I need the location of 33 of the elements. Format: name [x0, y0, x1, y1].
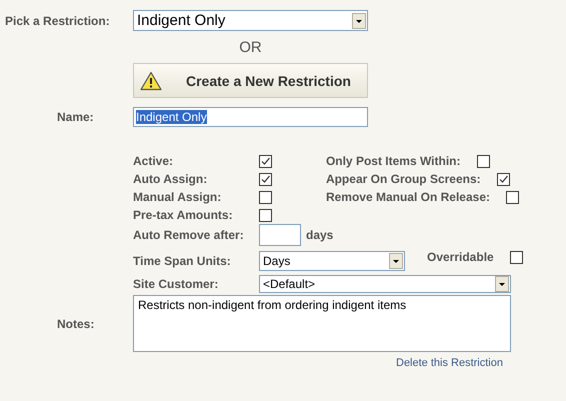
delete-restriction-link[interactable]: Delete this Restriction — [396, 357, 503, 369]
checkbox[interactable] — [506, 190, 519, 204]
field-label: Site Customer: — [133, 277, 220, 291]
unit-label: days — [306, 228, 334, 242]
field-label: Notes: — [56, 316, 96, 330]
checkbox[interactable] — [259, 154, 272, 168]
checkbox-label: Manual Assign: — [133, 190, 222, 204]
days-field[interactable] — [259, 224, 301, 246]
name-field[interactable]: Indigent Only — [133, 107, 368, 127]
field-label: Auto Remove after: — [133, 228, 245, 242]
checkbox[interactable] — [496, 172, 510, 186]
checkbox-label: Only Post Items Within: — [326, 154, 461, 168]
checkbox-label: Active: — [133, 154, 174, 168]
field-label: Name: — [56, 110, 95, 124]
checkbox-label: Remove Manual On Release: — [326, 190, 490, 204]
time-span-dropdown[interactable]: Days — [259, 251, 405, 271]
field-label: Time Span Units: — [133, 254, 232, 268]
checkbox[interactable] — [476, 154, 490, 168]
site-customer-dropdown[interactable]: <Default> — [259, 275, 511, 293]
or-separator: OR — [238, 39, 263, 56]
create-restriction-button[interactable]: Create a New Restriction — [133, 63, 368, 98]
field-label: Pick a Restriction: — [4, 14, 111, 28]
checkbox[interactable] — [259, 208, 272, 222]
checkbox-label: Overridable — [427, 250, 494, 264]
notes-field[interactable]: Restricts non-indigent from ordering indigent items — [133, 295, 511, 352]
restriction-dropdown[interactable]: Indigent Only — [133, 10, 368, 31]
checkbox-label: Auto Assign: — [133, 172, 208, 186]
checkbox[interactable] — [510, 251, 523, 264]
checkbox[interactable] — [259, 172, 272, 186]
checkbox-label: Appear On Group Screens: — [326, 172, 481, 186]
checkbox[interactable] — [259, 190, 272, 204]
checkbox-label: Pre-tax Amounts: — [133, 208, 234, 222]
warning-icon — [140, 70, 162, 90]
